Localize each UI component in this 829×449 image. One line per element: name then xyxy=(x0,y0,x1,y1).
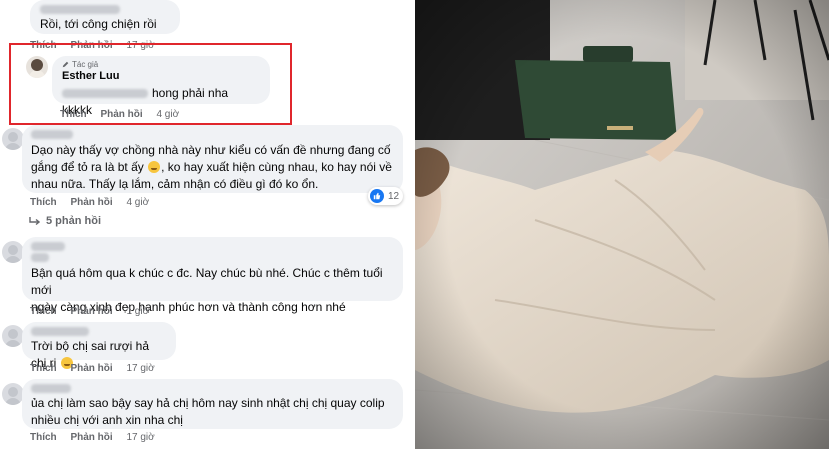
comment-text-line: Dạo này thấy vợ chồng nhà này như kiểu c… xyxy=(31,143,391,157)
avatar[interactable] xyxy=(2,241,24,263)
comment-actions: Thích Phản hồi 4 giờ xyxy=(60,109,190,120)
author-badge-label: Tác giả xyxy=(72,60,99,69)
comment-actions: Thích Phản hồi 17 giờ xyxy=(30,432,166,443)
comment-timestamp: 17 giờ xyxy=(126,363,155,374)
reply-link[interactable]: Phản hồi xyxy=(100,109,142,120)
reply-link[interactable]: Phản hồi xyxy=(70,432,112,443)
blurred-author-name xyxy=(40,5,120,14)
reply-link[interactable]: Phản hồi xyxy=(70,363,112,374)
comment-actions: Thích Phản hồi 1 giờ xyxy=(30,306,160,317)
avatar[interactable] xyxy=(2,325,24,347)
replies-label: 5 phản hồi xyxy=(46,215,101,227)
author-name[interactable]: Esther Luu xyxy=(62,70,260,82)
comment-thread: Rồi, tới công chiện rồi Thích Phản hồi 1… xyxy=(0,0,414,449)
comment-text-line: nhiều chị với anh xin nha chị xyxy=(31,413,183,427)
blurred-author-name xyxy=(31,242,65,251)
reaction-number: 12 xyxy=(388,190,400,202)
comment-timestamp: 4 giờ xyxy=(156,109,180,120)
like-link[interactable]: Thích xyxy=(30,306,57,317)
blurred-author-name xyxy=(31,327,89,336)
comment-text-line: nhau nữa. Thấy lạ lắm, cảm nhận có điều … xyxy=(31,177,319,191)
pencil-icon xyxy=(62,61,69,68)
comment-bubble: Bận quá hôm qua k chúc c đc. Nay chúc bù… xyxy=(22,237,403,314)
blurred-mention xyxy=(62,89,148,99)
sweat-smile-icon xyxy=(148,161,161,173)
comment-bubble: Tác giả Esther Luu hong phải nha kkkkk xyxy=(52,56,270,117)
comment-text-fragment: gắng để tỏ ra là bt ấy xyxy=(31,160,144,174)
comment-timestamp: 4 giờ xyxy=(126,197,150,208)
comment-text-fragment: , ko hay xuất hiện cùng nhau, ko hay nói… xyxy=(161,160,392,174)
reaction-count[interactable]: 12 xyxy=(368,187,404,205)
like-icon xyxy=(370,189,384,203)
reply-link[interactable]: Phản hồi xyxy=(70,306,112,317)
comment-text-line: ủa chị làm sao bậy say hả chị hôm nay si… xyxy=(31,396,385,410)
blurred-author-name xyxy=(31,384,71,393)
blurred-author-name xyxy=(31,253,49,262)
comment-timestamp: 17 giờ xyxy=(126,432,155,443)
avatar[interactable] xyxy=(26,56,48,78)
comment-bubble: Rồi, tới công chiện rồi xyxy=(30,0,180,34)
view-replies-button[interactable]: 5 phản hồi xyxy=(28,215,101,227)
comment-bubble: ủa chị làm sao bậy say hả chị hôm nay si… xyxy=(22,379,403,429)
comment-text: Rồi, tới công chiện rồi xyxy=(40,17,157,31)
reply-arrow-icon xyxy=(29,216,40,225)
blurred-author-name xyxy=(31,130,73,139)
like-link[interactable]: Thích xyxy=(30,197,57,208)
like-link[interactable]: Thích xyxy=(30,432,57,443)
comment-text-line: gắng để tỏ ra là bt ấy , ko hay xuất hiệ… xyxy=(31,159,394,176)
comment-actions: Thích Phản hồi 17 giờ xyxy=(30,363,166,374)
like-link[interactable]: Thích xyxy=(30,363,57,374)
avatar[interactable] xyxy=(2,383,24,405)
reply-link[interactable]: Phản hồi xyxy=(70,197,112,208)
comment-bubble: Trời bộ chị sai rượi hả chị ri xyxy=(22,322,176,370)
comment-actions: Thích Phản hồi 4 giờ xyxy=(30,197,160,208)
post-photo xyxy=(415,0,829,449)
photo-illustration xyxy=(415,0,829,449)
author-badge: Tác giả xyxy=(62,60,260,69)
comment-text-line: Bận quá hôm qua k chúc c đc. Nay chúc bù… xyxy=(31,266,383,297)
like-link[interactable]: Thích xyxy=(60,109,87,120)
comment-bubble: Dạo này thấy vợ chồng nhà này như kiểu c… xyxy=(22,125,403,193)
comment-timestamp: 1 giờ xyxy=(126,306,150,317)
avatar[interactable] xyxy=(2,128,24,150)
